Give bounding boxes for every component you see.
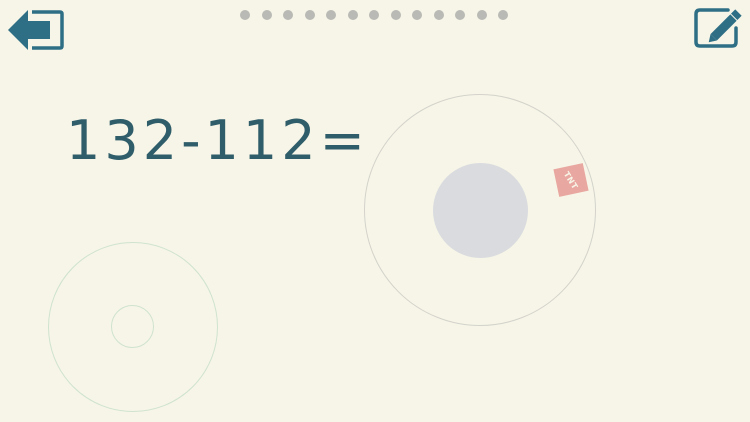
progress-dot (283, 10, 293, 20)
progress-dot (498, 10, 508, 20)
equation-text: 132-112= (66, 109, 369, 172)
progress-dot (326, 10, 336, 20)
progress-dot (261, 10, 272, 20)
progress-dot (412, 10, 422, 20)
progress-dot (390, 10, 401, 20)
progress-dot (433, 10, 444, 20)
progress-dot (240, 10, 250, 20)
progress-dot (455, 10, 465, 20)
progress-dot (304, 10, 315, 20)
joystick-knob[interactable] (111, 305, 154, 348)
edit-button[interactable] (692, 6, 746, 50)
core-circle (433, 163, 528, 258)
pencil-edit-icon (694, 8, 742, 48)
exit-arrow-icon (8, 10, 64, 50)
progress-dot (476, 10, 487, 20)
progress-dots (240, 10, 508, 20)
exit-button[interactable] (6, 6, 66, 54)
progress-dot (347, 10, 358, 20)
tnt-label: TNT (562, 169, 580, 191)
progress-dot (369, 10, 379, 20)
